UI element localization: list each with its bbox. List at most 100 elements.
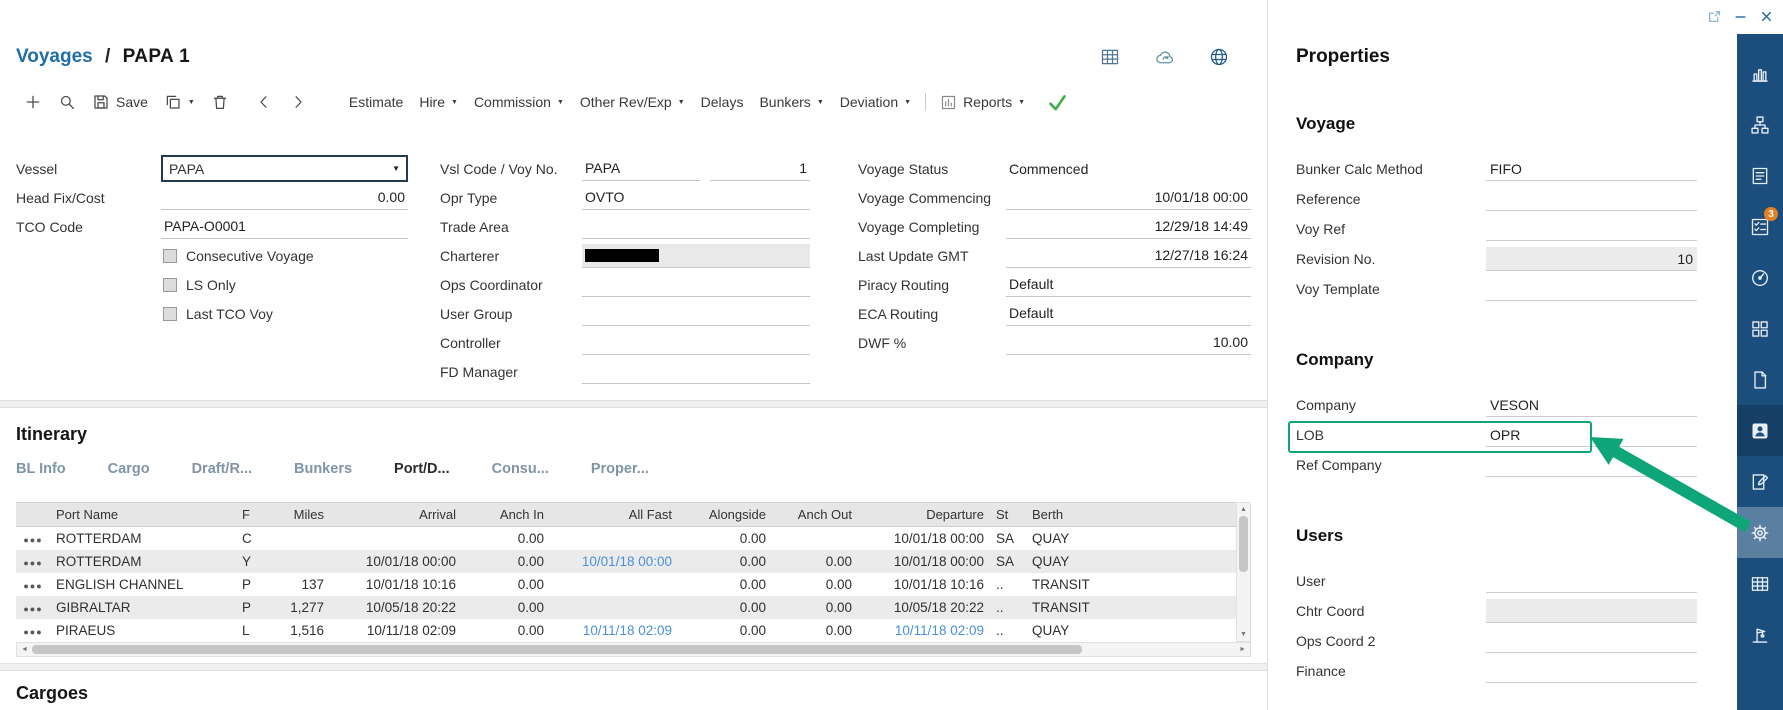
checkbox-ls-only[interactable] (163, 278, 177, 292)
row-menu-button[interactable]: ●●● (23, 627, 42, 637)
nav-gear-icon[interactable] (1737, 507, 1783, 558)
cloud-sync-icon[interactable] (1154, 47, 1175, 68)
controller-input[interactable] (582, 331, 810, 355)
row-menu-button[interactable]: ●●● (23, 535, 42, 545)
scroll-down-arrow[interactable]: ▼ (1240, 628, 1247, 641)
charterer-input[interactable] (582, 244, 810, 268)
reports-button[interactable]: Reports▼ (932, 91, 1033, 114)
vertical-scrollbar[interactable]: ▲ ▼ (1236, 502, 1251, 642)
tab-port-d[interactable]: Port/D... (394, 461, 450, 482)
scroll-left-arrow[interactable]: ◄ (17, 646, 32, 653)
tab-cargo[interactable]: Cargo (108, 461, 150, 482)
table-icon[interactable] (1100, 47, 1120, 67)
company-input[interactable]: VESON (1486, 393, 1697, 417)
horizontal-scrollbar[interactable]: ◄ ► (16, 642, 1251, 657)
column-header-arrival[interactable]: Arrival (330, 503, 462, 527)
eca-routing-input[interactable]: Default (1006, 302, 1251, 326)
globe-icon[interactable] (1209, 47, 1229, 67)
user-input[interactable] (1486, 569, 1697, 593)
column-header-miles[interactable]: Miles (266, 503, 330, 527)
revision-no-input[interactable]: 10 (1486, 247, 1697, 271)
trade-area-input[interactable] (582, 215, 810, 239)
column-header-berth[interactable]: Berth (1026, 503, 1236, 527)
row-menu-button[interactable]: ●●● (23, 581, 42, 591)
tab-proper[interactable]: Proper... (591, 461, 649, 482)
bunker-calc-method-input[interactable]: FIFO (1486, 157, 1697, 181)
vessel-select[interactable]: PAPA▼ (161, 155, 408, 182)
breadcrumb-voyages-link[interactable]: Voyages (16, 46, 93, 67)
new-voyage-button[interactable] (16, 90, 50, 114)
cell-all_fast[interactable]: 10/11/18 02:09 (550, 619, 678, 642)
next-voyage-button[interactable] (281, 90, 315, 114)
chtr-coord-input[interactable] (1486, 599, 1697, 623)
scroll-up-arrow[interactable]: ▲ (1240, 503, 1247, 516)
cell-all_fast[interactable]: 10/01/18 00:00 (550, 550, 678, 573)
prev-voyage-button[interactable] (247, 90, 281, 114)
tco-code-input[interactable]: PAPA-O0001 (161, 215, 408, 239)
column-header-menu[interactable] (16, 503, 50, 527)
commission-button[interactable]: Commission▼ (466, 91, 572, 113)
popout-icon[interactable] (1708, 10, 1721, 23)
column-header-f[interactable]: F (236, 503, 266, 527)
tab-bunkers[interactable]: Bunkers (294, 461, 352, 482)
delete-button[interactable] (203, 90, 237, 114)
lob-input[interactable]: OPR (1486, 423, 1697, 447)
nav-report-icon[interactable] (1737, 150, 1783, 201)
estimate-button[interactable]: Estimate (341, 91, 411, 113)
finance-input[interactable] (1486, 659, 1697, 683)
column-header-departure[interactable]: Departure (858, 503, 990, 527)
opr-type-input[interactable]: OVTO (582, 186, 810, 210)
last-update-gmt-input[interactable]: 12/27/18 16:24 (1006, 244, 1251, 268)
voyage-commencing-input[interactable]: 10/01/18 00:00 (1006, 186, 1251, 210)
vertical-scroll-thumb[interactable] (1239, 516, 1248, 572)
search-button[interactable] (50, 90, 84, 114)
scroll-right-arrow[interactable]: ► (1235, 646, 1250, 653)
user-group-input[interactable] (582, 302, 810, 326)
fd-manager-input[interactable] (582, 360, 810, 384)
column-header-all_fast[interactable]: All Fast (550, 503, 678, 527)
checkbox-consecutive-voyage[interactable] (163, 249, 177, 263)
nav-edit-form-icon[interactable] (1737, 456, 1783, 507)
piracy-routing-input[interactable]: Default (1006, 273, 1251, 297)
head-fix-cost-input[interactable]: 0.00 (161, 186, 408, 210)
vsl-code-voy-no-input[interactable]: PAPA (582, 157, 700, 181)
nav-analytics-icon[interactable] (1737, 48, 1783, 99)
voy-template-input[interactable] (1486, 277, 1697, 301)
nav-gauge-icon[interactable] (1737, 252, 1783, 303)
checkbox-last-tco-voy[interactable] (163, 307, 177, 321)
nav-document-icon[interactable] (1737, 354, 1783, 405)
minimize-icon[interactable] (1734, 10, 1747, 23)
column-header-st[interactable]: St (990, 503, 1026, 527)
column-header-anch_in[interactable]: Anch In (462, 503, 550, 527)
tab-consu[interactable]: Consu... (492, 461, 549, 482)
nav-contact-card-icon[interactable] (1737, 405, 1783, 456)
tab-bl-info[interactable]: BL Info (16, 461, 66, 482)
cell-departure[interactable]: 10/11/18 02:09 (858, 619, 990, 642)
nav-task-list-icon[interactable]: 3 (1737, 201, 1783, 252)
column-header-anch_out[interactable]: Anch Out (772, 503, 858, 527)
close-icon[interactable] (1760, 10, 1773, 23)
vsl-code-voy-no-input-2[interactable]: 1 (710, 157, 810, 181)
row-menu-button[interactable]: ●●● (23, 558, 42, 568)
copy-button[interactable]: ▼ (156, 90, 203, 114)
voy-ref-input[interactable] (1486, 217, 1697, 241)
row-menu-button[interactable]: ●●● (23, 604, 42, 614)
ops-coord-2-input[interactable] (1486, 629, 1697, 653)
ops-coordinator-input[interactable] (582, 273, 810, 297)
nav-org-hierarchy-icon[interactable] (1737, 99, 1783, 150)
ref-company-input[interactable] (1486, 453, 1697, 477)
reference-input[interactable] (1486, 187, 1697, 211)
save-button[interactable]: Save (84, 90, 156, 114)
validation-check-icon[interactable] (1047, 92, 1068, 113)
horizontal-scroll-thumb[interactable] (32, 645, 1082, 654)
delays-button[interactable]: Delays (693, 91, 752, 113)
hire-button[interactable]: Hire▼ (411, 91, 466, 113)
nav-data-grid-icon[interactable] (1737, 558, 1783, 609)
deviation-button[interactable]: Deviation▼ (832, 91, 919, 113)
tab-draft-r[interactable]: Draft/R... (192, 461, 252, 482)
voyage-completing-input[interactable]: 12/29/18 14:49 (1006, 215, 1251, 239)
other-rev-exp-button[interactable]: Other Rev/Exp▼ (572, 91, 693, 113)
column-header-port[interactable]: Port Name (50, 503, 236, 527)
bunkers-button[interactable]: Bunkers▼ (751, 91, 831, 113)
dwf-input[interactable]: 10.00 (1006, 331, 1251, 355)
